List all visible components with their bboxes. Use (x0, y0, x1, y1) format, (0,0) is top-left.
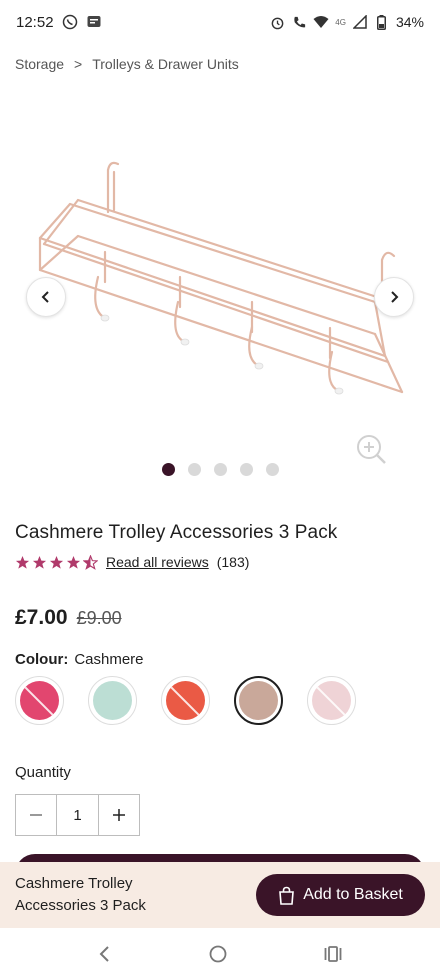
breadcrumb-storage[interactable]: Storage (15, 56, 64, 72)
add-to-basket-button[interactable]: Add to Basket (256, 874, 425, 916)
status-time: 12:52 (16, 13, 54, 31)
review-count: (183) (216, 554, 250, 570)
sticky-product-title: Cashmere Trolley Accessories 3 Pack (15, 875, 146, 914)
swatch-blush[interactable] (307, 676, 356, 725)
breadcrumb: Storage > Trolleys & Drawer Units (15, 56, 239, 72)
quantity-label: Quantity (15, 764, 71, 781)
plus-icon (113, 809, 125, 821)
price-was: £9.00 (76, 608, 122, 628)
notification-icon (86, 14, 102, 30)
zoom-in-icon (357, 435, 386, 464)
colour-value: Cashmere (74, 651, 144, 668)
minus-icon (30, 814, 42, 816)
rating-row: Read all reviews (183) (15, 554, 249, 570)
star-full-icon (49, 555, 64, 569)
home-nav-button[interactable] (208, 944, 228, 964)
wifi-icon (313, 14, 329, 30)
battery-icon (374, 14, 390, 30)
chevron-right-icon (391, 291, 399, 303)
recents-icon (324, 946, 342, 962)
sticky-add-bar: Cashmere Trolley Accessories 3 Pack Add … (0, 862, 440, 928)
unavailable-strike (312, 681, 351, 720)
shopping-bag-icon (279, 886, 295, 905)
whatsapp-icon (62, 14, 78, 30)
unavailable-strike (20, 681, 59, 720)
price-current: £7.00 (15, 606, 68, 629)
swatch-mint[interactable] (88, 676, 137, 725)
product-gallery[interactable] (0, 96, 440, 486)
quantity-decrease-button[interactable] (16, 795, 57, 835)
star-full-icon (66, 555, 81, 569)
add-to-basket-label: Add to Basket (303, 886, 403, 903)
gallery-dots (0, 463, 440, 476)
recents-nav-button[interactable] (324, 945, 342, 963)
star-rating (15, 554, 98, 570)
home-icon (209, 945, 227, 963)
breadcrumb-trolleys[interactable]: Trolleys & Drawer Units (92, 56, 239, 72)
quantity-increase-button[interactable] (98, 795, 139, 835)
colour-swatches (15, 676, 356, 725)
gallery-next-button[interactable] (374, 277, 414, 317)
colour-row: Colour: Cashmere (15, 651, 144, 668)
quantity-value[interactable]: 1 (57, 795, 98, 835)
signal-icon (352, 14, 368, 30)
read-reviews-link[interactable]: Read all reviews (106, 554, 209, 570)
breadcrumb-separator: > (74, 56, 83, 72)
product-title: Cashmere Trolley Accessories 3 Pack (15, 522, 338, 543)
gallery-dot[interactable] (161, 463, 175, 476)
gallery-dot[interactable] (187, 463, 201, 476)
gallery-dot[interactable] (265, 463, 279, 476)
gallery-dot[interactable] (239, 463, 253, 476)
chevron-left-icon (41, 291, 49, 303)
gallery-dot[interactable] (213, 463, 227, 476)
swatch-coral[interactable] (161, 676, 210, 725)
quantity-stepper: 1 (15, 794, 140, 836)
colour-label: Colour: (15, 651, 69, 668)
star-full-icon (15, 555, 30, 569)
back-nav-button[interactable] (98, 945, 112, 963)
product-image (38, 161, 404, 395)
back-icon (99, 946, 109, 962)
battery-level: 34% (395, 14, 424, 30)
call-icon (291, 14, 307, 30)
zoom-button[interactable] (354, 432, 388, 466)
star-full-icon (32, 555, 47, 569)
star-half-icon (83, 554, 98, 570)
gallery-prev-button[interactable] (26, 277, 66, 317)
status-bar: 12:52 4G 34% (0, 0, 440, 44)
swatch-cashmere[interactable] (234, 676, 283, 725)
alarm-icon (269, 14, 285, 30)
android-nav-bar (0, 930, 440, 978)
price-row: £7.00 £9.00 (15, 606, 122, 630)
swatch-pink[interactable] (15, 676, 64, 725)
network-label: 4G (335, 17, 346, 27)
unavailable-strike (166, 681, 205, 720)
